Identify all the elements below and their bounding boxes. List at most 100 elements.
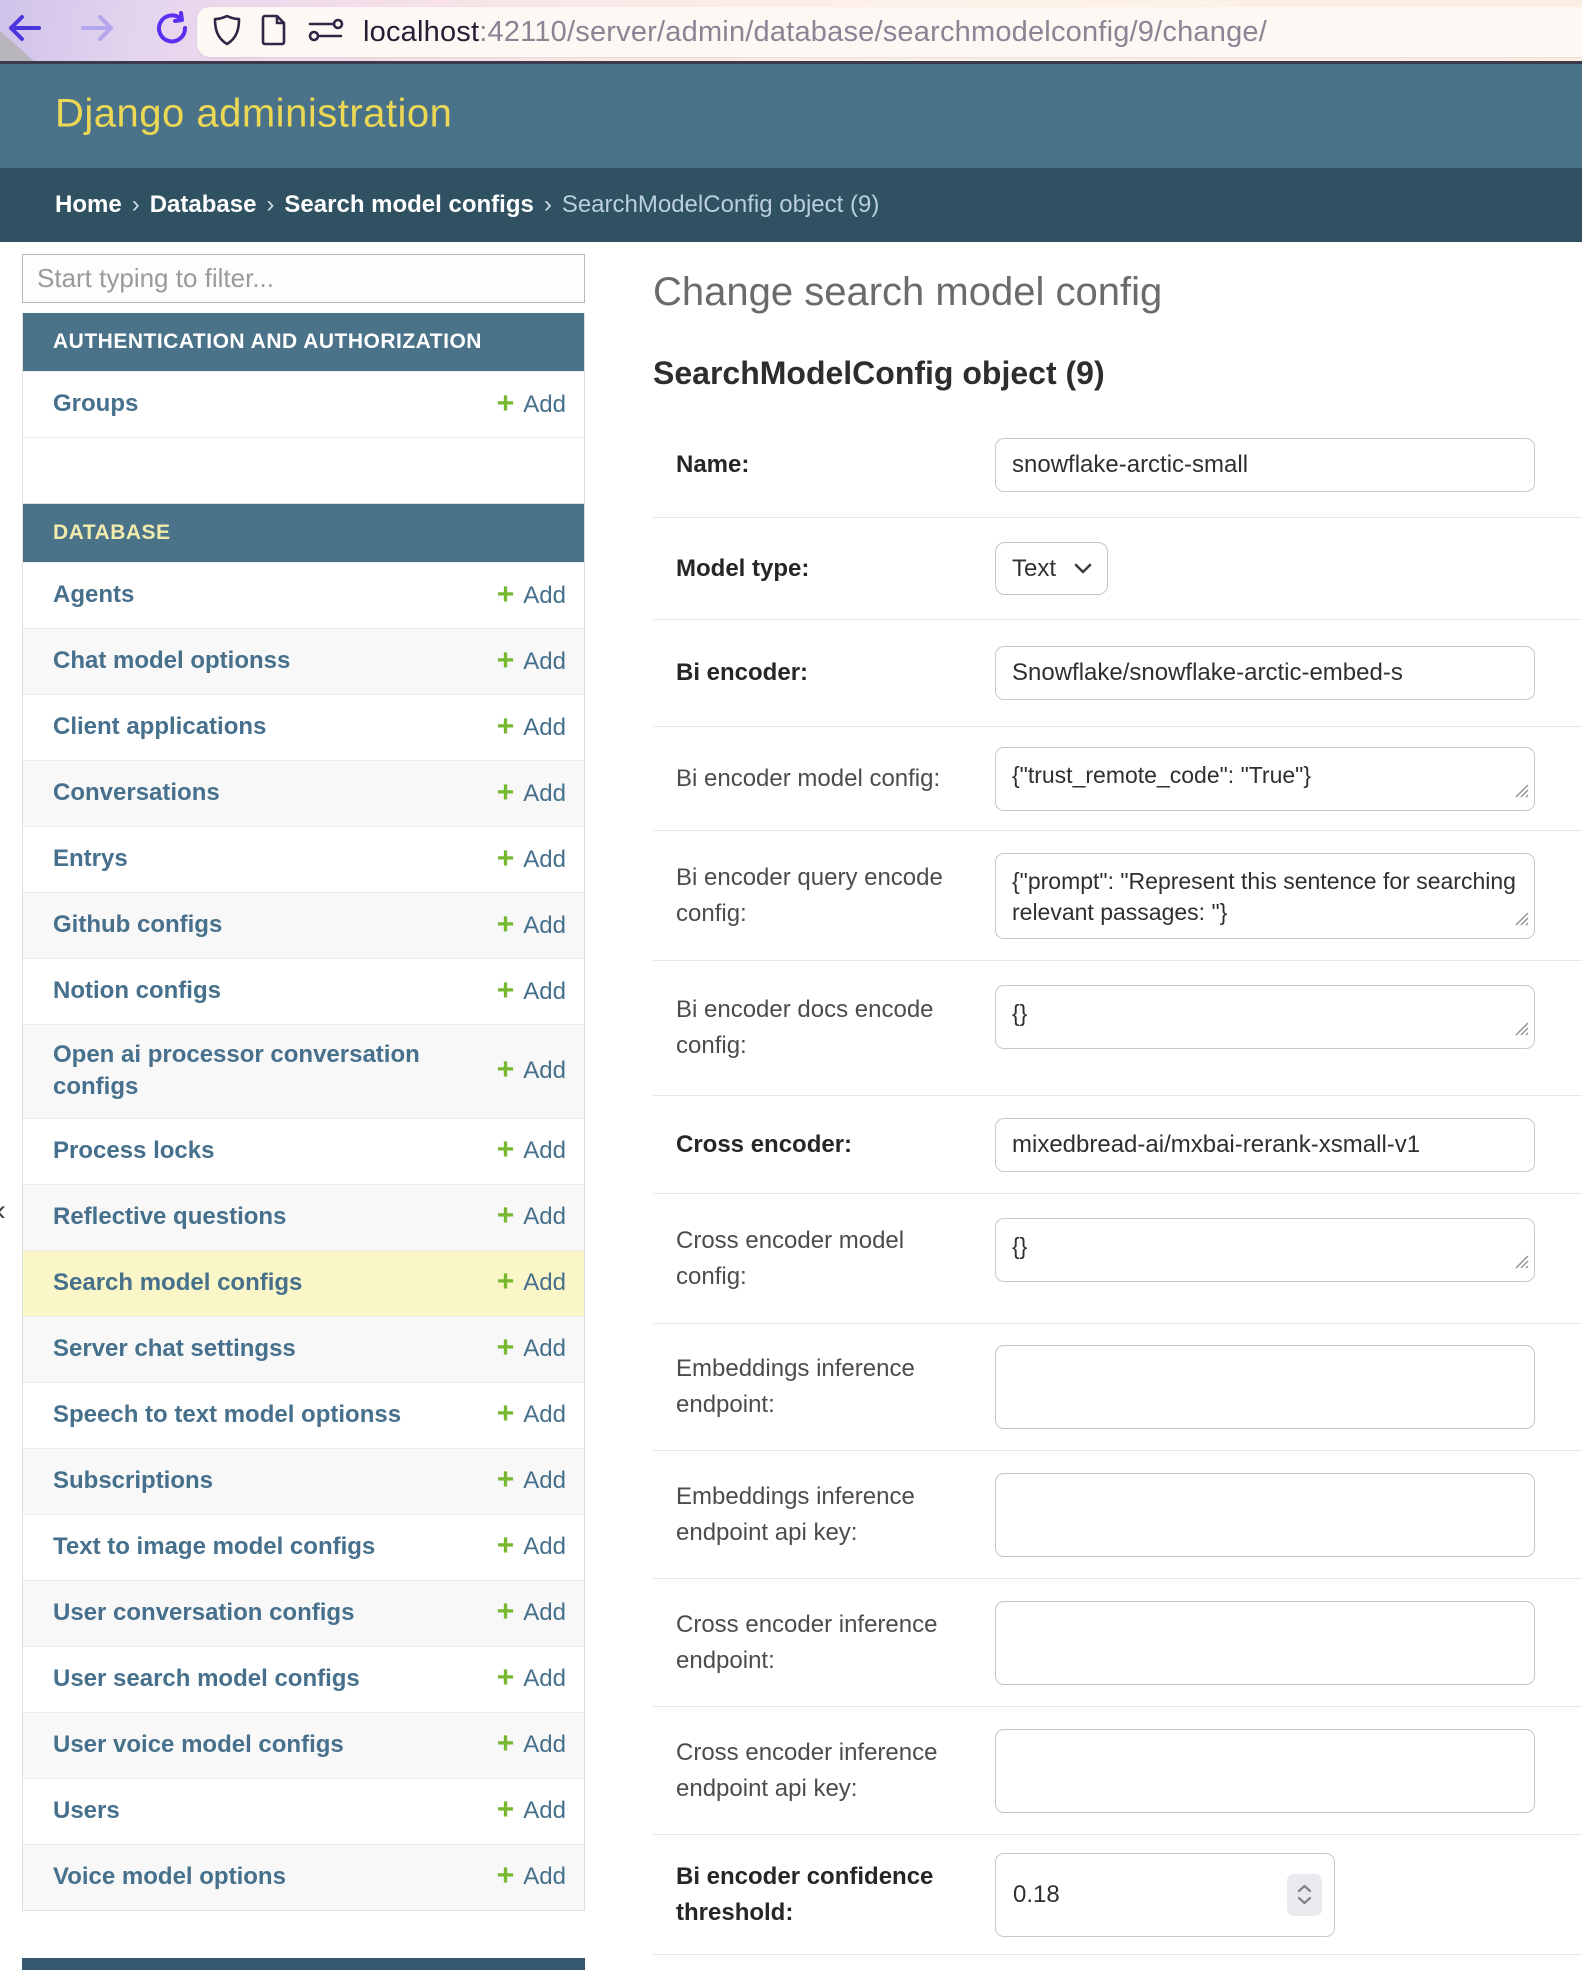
plus-icon: + <box>497 1729 515 1759</box>
bi-encoder-confidence-threshold-input[interactable] <box>995 1853 1335 1937</box>
cross-encoder-input[interactable] <box>995 1118 1535 1172</box>
name-input[interactable] <box>995 438 1535 492</box>
shield-icon[interactable] <box>213 14 241 51</box>
model-link-subscriptions[interactable]: Subscriptions <box>53 1451 213 1511</box>
model-type-select[interactable]: Text <box>995 542 1108 595</box>
add-button-client-applications[interactable]: +Add <box>497 713 566 743</box>
page-title: Change search model config <box>653 270 1582 315</box>
model-link-open-ai-processor-conversation-configs[interactable]: Open ai processor conversation configs <box>53 1025 497 1118</box>
embeddings-inference-endpoint-api-key-input[interactable] <box>995 1473 1535 1557</box>
bi-encoder-input[interactable] <box>995 646 1535 700</box>
add-button-user-conversation-configs[interactable]: +Add <box>497 1598 566 1628</box>
breadcrumb-current: SearchModelConfig object (9) <box>562 191 880 218</box>
model-link-server-chat-settingss[interactable]: Server chat settingss <box>53 1319 296 1379</box>
add-button-speech-to-text-model-optionss[interactable]: +Add <box>497 1400 566 1430</box>
resize-grip-icon[interactable] <box>1514 911 1530 932</box>
model-link-client-applications[interactable]: Client applications <box>53 697 266 757</box>
sidebar-item-search-model-configs: Search model configs +Add <box>23 1250 584 1316</box>
resize-grip-icon[interactable] <box>1514 1254 1530 1275</box>
app-module: AUTHENTICATION AND AUTHORIZATIONGroups+A… <box>22 313 585 504</box>
cross-encoder-inference-endpoint-input[interactable] <box>995 1601 1535 1685</box>
bi-encoder-model-config-textarea[interactable] <box>995 747 1535 811</box>
model-link-user-voice-model-configs[interactable]: User voice model configs <box>53 1715 344 1775</box>
add-button-groups[interactable]: +Add <box>497 390 566 420</box>
sidebar-filter-input[interactable] <box>22 254 585 303</box>
add-button-conversations[interactable]: +Add <box>497 779 566 809</box>
plus-icon: + <box>497 646 515 676</box>
add-button-voice-model-options[interactable]: +Add <box>497 1862 566 1892</box>
page-icon[interactable] <box>261 14 287 51</box>
add-button-entrys[interactable]: +Add <box>497 845 566 875</box>
add-button-user-search-model-configs[interactable]: +Add <box>497 1664 566 1694</box>
sidebar-item-open-ai-processor-conversation-configs: Open ai processor conversation configs+A… <box>23 1024 584 1118</box>
model-link-user-conversation-configs[interactable]: User conversation configs <box>53 1583 354 1643</box>
model-link-entrys[interactable]: Entrys <box>53 829 128 889</box>
sidebar-toggle-icon[interactable]: ‹ <box>0 1194 6 1228</box>
stepper-down-icon[interactable] <box>1297 1896 1312 1905</box>
add-label: Add <box>523 1467 566 1495</box>
forward-icon[interactable] <box>80 13 116 48</box>
model-link-search-model-configs[interactable]: Search model configs <box>53 1253 302 1313</box>
add-button-users[interactable]: +Add <box>497 1796 566 1826</box>
breadcrumb-separator: › <box>534 191 562 218</box>
url-bar[interactable]: localhost:42110/server/admin/database/se… <box>197 7 1582 57</box>
sidebar-item-chat-model-optionss: Chat model optionss +Add <box>23 628 584 694</box>
add-button-reflective-questions[interactable]: +Add <box>497 1202 566 1232</box>
add-button-user-voice-model-configs[interactable]: +Add <box>497 1730 566 1760</box>
model-link-speech-to-text-model-optionss[interactable]: Speech to text model optionss <box>53 1385 401 1445</box>
model-link-conversations[interactable]: Conversations <box>53 763 220 823</box>
form-row-cross-encoder: Cross encoder: <box>653 1096 1582 1194</box>
app-module: DATABASEAgents+AddChat model optionss+Ad… <box>22 504 585 1911</box>
model-link-groups[interactable]: Groups <box>53 374 138 434</box>
add-button-server-chat-settingss[interactable]: +Add <box>497 1334 566 1364</box>
embeddings-inference-endpoint-input[interactable] <box>995 1345 1535 1429</box>
sidebar-item-subscriptions: Subscriptions + Add <box>23 1448 584 1514</box>
permissions-icon[interactable] <box>307 16 345 49</box>
plus-icon: + <box>497 1465 515 1495</box>
add-button-open-ai-processor-conversation-configs[interactable]: +Add <box>497 1056 566 1086</box>
resize-grip-icon[interactable] <box>1514 783 1530 804</box>
breadcrumb-link-home[interactable]: Home <box>55 191 122 218</box>
model-link-notion-configs[interactable]: Notion configs <box>53 961 221 1021</box>
sidebar-item-text-to-image-model-configs: Text to image model configs +Add <box>23 1514 584 1580</box>
model-link-users[interactable]: Users <box>53 1781 120 1841</box>
breadcrumb-link-database[interactable]: Database <box>150 191 257 218</box>
number-stepper[interactable] <box>1287 1874 1322 1916</box>
bi-encoder-docs-encode-config-textarea[interactable] <box>995 985 1535 1049</box>
model-link-text-to-image-model-configs[interactable]: Text to image model configs <box>53 1517 375 1577</box>
model-link-reflective-questions[interactable]: Reflective questions <box>53 1187 286 1247</box>
field-widget-bi-encoder-confidence-threshold <box>995 1853 1582 1937</box>
url-text[interactable]: localhost:42110/server/admin/database/se… <box>363 16 1267 49</box>
model-link-user-search-model-configs[interactable]: User search model configs <box>53 1649 360 1709</box>
add-label: Add <box>523 780 566 808</box>
model-link-process-locks[interactable]: Process locks <box>53 1121 214 1181</box>
add-button-subscriptions[interactable]: + Add <box>497 1466 566 1496</box>
back-icon[interactable] <box>6 13 42 48</box>
add-button-agents[interactable]: +Add <box>497 581 566 611</box>
model-link-chat-model-optionss[interactable]: Chat model optionss <box>53 631 290 691</box>
add-button-chat-model-optionss[interactable]: +Add <box>497 647 566 677</box>
add-button-github-configs[interactable]: + Add <box>497 911 566 941</box>
reload-icon[interactable] <box>154 11 190 50</box>
resize-grip-icon[interactable] <box>1514 1021 1530 1042</box>
add-label: Add <box>523 912 566 940</box>
model-link-github-configs[interactable]: Github configs <box>53 895 222 955</box>
breadcrumb-bar: Home›Database›Search model configs›Searc… <box>0 168 1582 242</box>
cross-encoder-model-config-textarea[interactable] <box>995 1218 1535 1282</box>
breadcrumb-link-search-model-configs[interactable]: Search model configs <box>284 191 533 218</box>
add-button-process-locks[interactable]: +Add <box>497 1136 566 1166</box>
plus-icon: + <box>497 910 515 940</box>
cross-encoder-inference-endpoint-api-key-input[interactable] <box>995 1729 1535 1813</box>
site-brand[interactable]: Django administration <box>55 92 452 137</box>
field-widget-cross-encoder <box>995 1118 1582 1172</box>
add-button-search-model-configs[interactable]: +Add <box>497 1268 566 1298</box>
model-link-voice-model-options[interactable]: Voice model options <box>53 1847 286 1907</box>
stepper-up-icon[interactable] <box>1297 1884 1312 1893</box>
add-button-text-to-image-model-configs[interactable]: +Add <box>497 1532 566 1562</box>
add-button-notion-configs[interactable]: +Add <box>497 977 566 1007</box>
field-widget-cross-encoder-inference-endpoint-api-key <box>995 1729 1582 1813</box>
plus-icon: + <box>497 580 515 610</box>
model-link-agents[interactable]: Agents <box>53 565 134 625</box>
bi-encoder-query-encode-config-textarea[interactable] <box>995 853 1535 939</box>
add-label: Add <box>523 1797 566 1825</box>
